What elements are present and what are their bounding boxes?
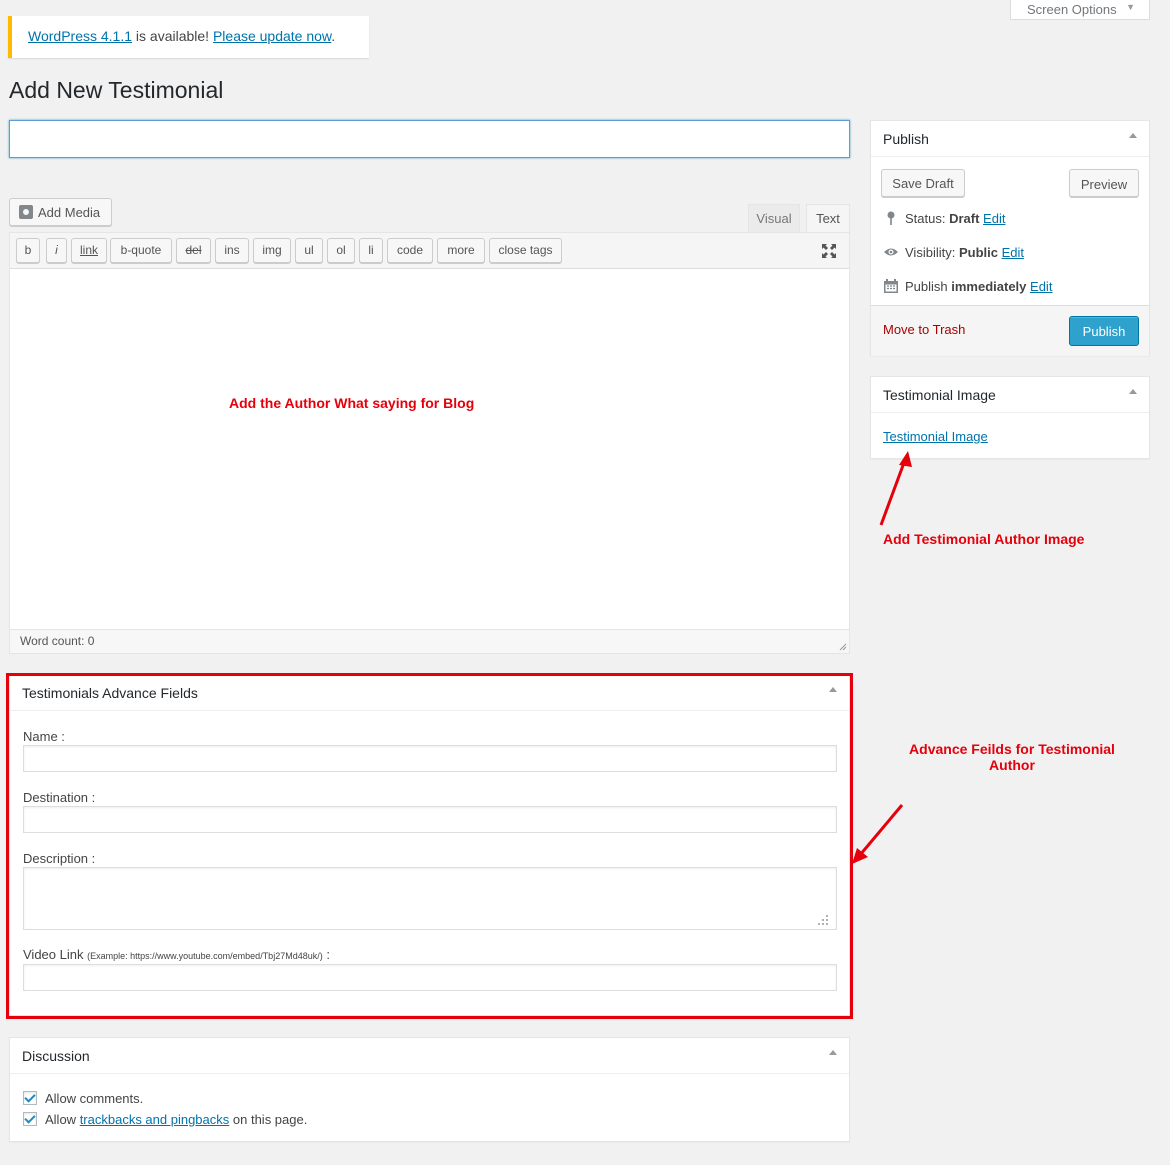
tab-text[interactable]: Text <box>806 204 850 232</box>
testimonial-image-link[interactable]: Testimonial Image <box>883 429 988 444</box>
save-draft-button[interactable]: Save Draft <box>881 169 965 197</box>
media-icon <box>19 205 33 219</box>
qt-link-button[interactable]: link <box>71 238 107 263</box>
qt-li-button[interactable]: li <box>359 238 383 263</box>
fullscreen-icon[interactable] <box>820 242 838 260</box>
allow-pings-suffix: on this page. <box>229 1112 308 1127</box>
status-row: Status: Draft Edit <box>883 210 1005 226</box>
editor-textarea[interactable] <box>10 270 849 630</box>
calendar-icon <box>884 279 898 293</box>
add-media-button[interactable]: Add Media <box>9 198 112 226</box>
edit-schedule-link[interactable]: Edit <box>1030 279 1052 294</box>
add-media-label: Add Media <box>38 205 101 220</box>
title-input[interactable] <box>9 120 850 158</box>
qt-close-tags-button[interactable]: close tags <box>489 238 562 263</box>
page-title: Add New Testimonial <box>9 77 224 103</box>
edit-visibility-link[interactable]: Edit <box>1002 245 1024 260</box>
editor-annotation: Add the Author What saying for Blog <box>229 395 475 411</box>
content-editor: b i link b-quote del ins img ul ol li co… <box>9 232 850 654</box>
qt-del-button[interactable]: del <box>176 238 211 263</box>
notice-end: . <box>331 28 336 44</box>
qt-ins-button[interactable]: ins <box>215 238 249 263</box>
qt-img-button[interactable]: img <box>253 238 291 263</box>
allow-comments-label: Allow comments. <box>45 1091 144 1106</box>
screen-options-label: Screen Options <box>1027 2 1117 17</box>
allow-pings-row: Allow trackbacks and pingbacks on this p… <box>23 1112 307 1127</box>
trackbacks-link[interactable]: trackbacks and pingbacks <box>80 1112 230 1127</box>
advance-fields-highlight <box>6 673 853 1019</box>
visibility-label: Visibility: <box>905 245 959 260</box>
status-value: Draft <box>949 211 980 226</box>
visibility-row: Visibility: Public Edit <box>883 244 1024 260</box>
status-label: Status: <box>905 211 950 226</box>
schedule-row: Publish immediately Edit <box>883 278 1052 294</box>
pin-icon <box>887 211 895 225</box>
word-count: Word count: 0 <box>20 634 95 648</box>
publish-button[interactable]: Publish <box>1069 316 1139 346</box>
publish-box-heading: Publish <box>883 131 929 147</box>
discussion-heading: Discussion <box>22 1048 90 1064</box>
allow-pings-checkbox[interactable] <box>23 1112 37 1126</box>
collapse-arrow-icon[interactable] <box>1129 133 1137 138</box>
advance-annotation-line2: Author <box>989 757 1035 773</box>
publish-box: Publish Save Draft Preview Status: Draft… <box>870 120 1150 356</box>
allow-comments-row: Allow comments. <box>23 1091 143 1106</box>
qt-more-button[interactable]: more <box>437 238 485 263</box>
publish-actions: Move to Trash Publish <box>871 305 1149 356</box>
update-now-link[interactable]: Please update now <box>213 28 331 44</box>
collapse-arrow-icon[interactable] <box>1129 389 1137 394</box>
annotation-arrow-icon <box>879 451 912 526</box>
editor-status-bar: Word count: 0 <box>10 629 849 653</box>
wordpress-version-link[interactable]: WordPress 4.1.1 <box>28 28 132 44</box>
publish-box-title[interactable]: Publish <box>871 121 1149 157</box>
move-to-trash-link[interactable]: Move to Trash <box>883 322 965 337</box>
screen-options-tab[interactable]: Screen Options ▼ <box>1010 0 1150 20</box>
quicktags-toolbar: b i link b-quote del ins img ul ol li co… <box>10 233 849 269</box>
discussion-box: Discussion Allow comments. Allow trackba… <box>9 1037 850 1142</box>
testimonial-image-box-title[interactable]: Testimonial Image <box>871 377 1149 413</box>
visibility-value: Public <box>958 245 998 260</box>
notice-text: is available! <box>132 28 213 44</box>
tab-visual[interactable]: Visual <box>748 204 800 232</box>
annotation-arrow-icon <box>852 804 904 864</box>
update-notice: WordPress 4.1.1 is available! Please upd… <box>8 16 369 58</box>
publish-value: immediately <box>951 279 1027 294</box>
advance-annotation: Advance Feilds for Testimonial Author <box>902 741 1122 773</box>
preview-button[interactable]: Preview <box>1069 169 1139 197</box>
discussion-title[interactable]: Discussion <box>10 1038 849 1074</box>
collapse-arrow-icon[interactable] <box>829 1050 837 1055</box>
advance-annotation-line1: Advance Feilds for Testimonial <box>909 741 1115 757</box>
resize-handle-icon[interactable] <box>837 641 847 651</box>
edit-status-link[interactable]: Edit <box>983 211 1005 226</box>
image-annotation: Add Testimonial Author Image <box>883 531 1085 547</box>
eye-icon <box>884 248 898 256</box>
qt-bquote-button[interactable]: b-quote <box>110 238 172 263</box>
publish-label: Publish <box>905 279 952 294</box>
chevron-down-icon: ▼ <box>1126 2 1135 12</box>
testimonial-image-heading: Testimonial Image <box>883 387 996 403</box>
qt-ol-button[interactable]: ol <box>327 238 355 263</box>
qt-bold-button[interactable]: b <box>16 238 40 263</box>
qt-italic-button[interactable]: i <box>46 238 67 263</box>
qt-code-button[interactable]: code <box>387 238 433 263</box>
allow-pings-prefix: Allow <box>45 1112 80 1127</box>
allow-comments-checkbox[interactable] <box>23 1091 37 1105</box>
qt-ul-button[interactable]: ul <box>295 238 323 263</box>
